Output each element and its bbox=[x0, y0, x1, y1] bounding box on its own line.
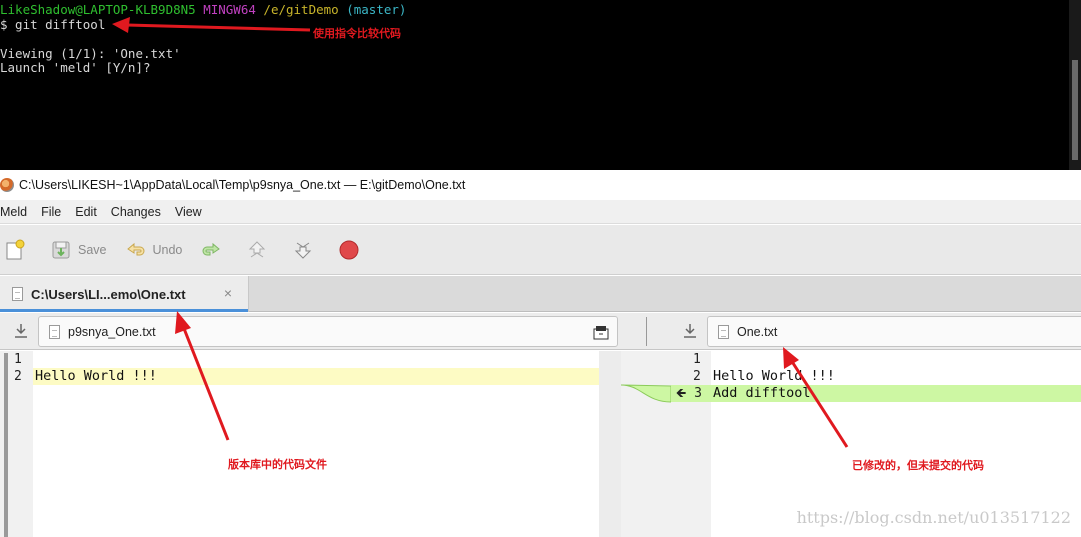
annotation-left-pane: 版本库中的代码文件 bbox=[228, 458, 327, 471]
annotation-right-pane: 已修改的，但未提交的代码 bbox=[852, 459, 984, 472]
watermark: https://blog.csdn.net/u013517122 bbox=[796, 508, 1071, 527]
